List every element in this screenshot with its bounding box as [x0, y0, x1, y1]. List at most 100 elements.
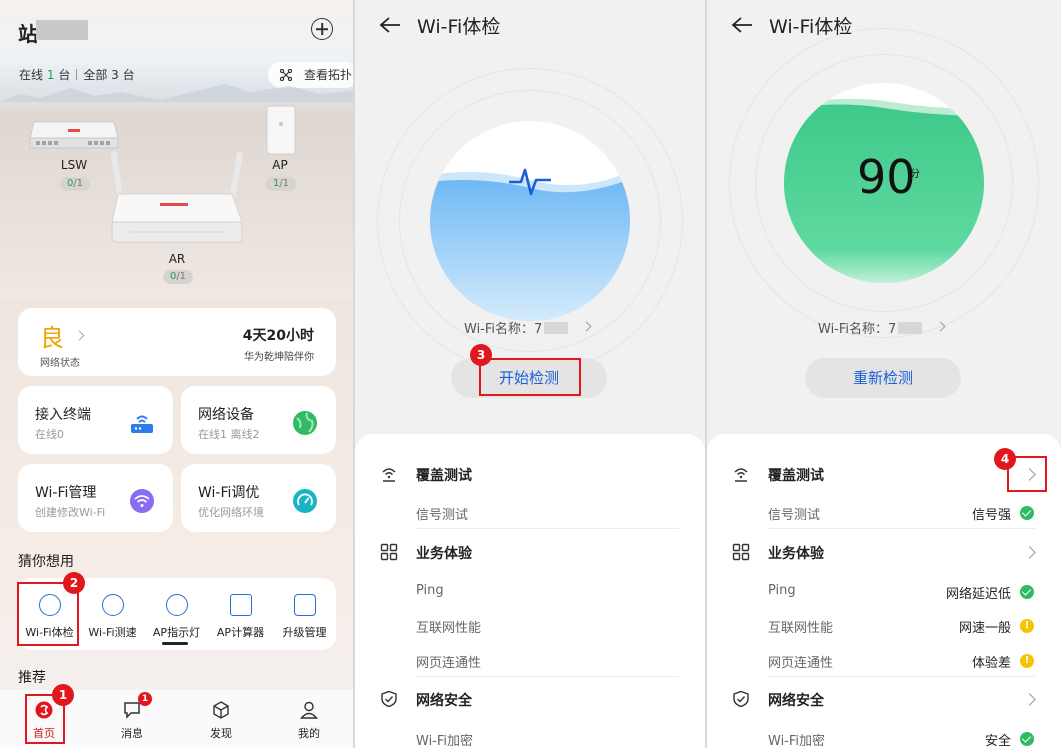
site-name[interactable]: 站 — [18, 18, 38, 47]
device-label-ap: AP — [272, 158, 288, 172]
recommend-section-title: 推荐 — [18, 670, 46, 686]
shield-icon — [381, 690, 397, 708]
tile-access-terminals[interactable]: 接入终端 在线0 — [18, 386, 173, 454]
tile-subtitle: 在线0 — [35, 428, 64, 441]
device-count-ap: 1/1 — [266, 177, 296, 191]
section-title-security: 网络安全 — [416, 693, 472, 709]
back-arrow-icon[interactable] — [731, 16, 753, 34]
row-signal-test: 信号测试 — [416, 508, 469, 523]
score-value: 90 — [857, 150, 916, 204]
section-title-coverage: 覆盖测试 — [768, 468, 824, 484]
section-title-experience: 业务体验 — [416, 546, 472, 562]
row-ping: Ping — [416, 583, 444, 598]
row-internet-performance: 互联网性能 — [416, 621, 482, 636]
guess-section-title: 猜你想用 — [18, 554, 74, 570]
uptime-subtitle: 华为乾坤陪伴你 — [244, 352, 314, 363]
tab-messages[interactable]: 1 消息 — [88, 690, 176, 748]
row-web-connectivity: 网页连通性 — [416, 656, 482, 671]
upgrade-icon — [293, 594, 316, 616]
user-icon — [300, 701, 318, 719]
wifi-name-row[interactable]: Wi-Fi名称：7 — [464, 318, 569, 337]
check-ok-icon — [1020, 506, 1034, 520]
speed-icon — [101, 594, 124, 616]
calculator-icon — [229, 594, 252, 616]
warning-icon: ! — [1020, 654, 1034, 668]
quick-item-ap-indicator[interactable]: AP指示灯 — [145, 578, 208, 650]
value-web-connectivity: 体验差 — [971, 656, 1011, 671]
tile-subtitle: 创建修改Wi-Fi — [35, 506, 106, 519]
tile-title: Wi-Fi调优 — [198, 485, 260, 501]
step-marker-3: 3 — [470, 344, 492, 366]
quick-item-label: Wi-Fi测速 — [88, 626, 137, 639]
tile-title: 网络设备 — [198, 407, 254, 423]
step-marker-4: 4 — [994, 448, 1016, 470]
device-label-lsw: LSW — [60, 158, 88, 172]
signal-icon — [382, 468, 396, 482]
tile-title: Wi-Fi管理 — [35, 485, 97, 501]
mountain-decoration — [0, 84, 353, 102]
warning-icon: ! — [1020, 619, 1034, 633]
wifi-check-result-screen: Wi-Fi体检 90 分 Wi-Fi名称：7 重新检测 覆盖测试 信号测试 信号… — [707, 0, 1061, 748]
wifi-name-label: Wi-Fi名称：7 — [464, 322, 543, 337]
ssid-mask — [544, 322, 569, 334]
tile-wifi-optimization[interactable]: Wi-Fi调优 优化网络环境 — [181, 464, 336, 532]
retest-button[interactable]: 重新检测 — [805, 358, 961, 398]
row-ping: Ping — [768, 583, 796, 598]
divider — [768, 528, 1035, 529]
network-status-card[interactable]: 良 网络状态 4天20小时 华为乾坤陪伴你 — [18, 308, 336, 376]
tile-subtitle: 优化网络环境 — [198, 506, 264, 519]
device-count-ar: 0/1 — [163, 270, 193, 284]
router-icon — [131, 415, 153, 433]
shield-icon — [733, 690, 749, 708]
tab-label: 我的 — [298, 727, 320, 740]
quick-item-ap-calculator[interactable]: AP计算器 — [209, 578, 272, 650]
step-marker-2: 2 — [63, 572, 85, 594]
row-wifi-encryption: Wi-Fi加密 — [416, 734, 474, 748]
step-marker-1: 1 — [52, 684, 74, 706]
apps-grid-icon — [732, 543, 750, 561]
check-ok-icon — [1020, 585, 1034, 599]
globe-icon — [293, 411, 317, 435]
value-internet-performance: 网速一般 — [958, 621, 1011, 636]
tab-label: 消息 — [121, 727, 143, 740]
tile-network-devices[interactable]: 网络设备 在线1 离线2 — [181, 386, 336, 454]
value-wifi-encryption: 安全 — [984, 734, 1011, 748]
message-badge: 1 — [138, 692, 152, 706]
add-icon[interactable] — [311, 18, 333, 40]
check-ok-icon — [1020, 732, 1034, 746]
ap-device-icon[interactable] — [264, 104, 298, 156]
tile-title: 接入终端 — [35, 407, 91, 423]
tile-subtitle: 在线1 离线2 — [198, 428, 260, 441]
switch-device-icon[interactable] — [28, 116, 120, 150]
quick-item-upgrade[interactable]: 升级管理 — [273, 578, 336, 650]
site-name-mask — [36, 20, 88, 40]
back-arrow-icon[interactable] — [379, 16, 401, 34]
network-grade: 良 — [40, 324, 64, 352]
row-internet-performance: 互联网性能 — [768, 621, 834, 636]
security-detail-chevron[interactable] — [1023, 693, 1036, 706]
section-title-experience: 业务体验 — [768, 546, 824, 562]
wifi-check-start-screen: Wi-Fi体检 Wi-Fi名称：7 开始检测 3 覆盖测试 信号测试 业务体验 … — [355, 0, 705, 748]
wifi-check-gauge — [430, 121, 630, 321]
quick-item-wifi-speed[interactable]: Wi-Fi测速 — [81, 578, 144, 650]
wifi-name-row[interactable]: Wi-Fi名称：7 — [818, 318, 923, 337]
quick-item-label: AP指示灯 — [152, 626, 201, 639]
tab-discover[interactable]: 发现 — [177, 690, 265, 748]
uptime-value: 4天20小时 — [242, 328, 314, 344]
experience-detail-chevron[interactable] — [1023, 546, 1036, 559]
tile-wifi-management[interactable]: Wi-Fi管理 创建修改Wi-Fi — [18, 464, 173, 532]
section-title-security: 网络安全 — [768, 693, 824, 709]
gauge-icon — [293, 489, 317, 513]
device-label-ar: AR — [168, 252, 186, 266]
highlight-box-start-button — [479, 358, 581, 396]
score-unit: 分 — [910, 169, 920, 180]
tab-profile[interactable]: 我的 — [265, 690, 353, 748]
router-device-icon[interactable] — [100, 150, 250, 246]
home-screen: 站 在线 1 台全部 3 台 查看拓扑 LSW 0/1 AP 1/1 AR 0/… — [0, 0, 353, 748]
row-web-connectivity: 网页连通性 — [768, 656, 834, 671]
check-items-panel: 覆盖测试 信号测试 业务体验 Ping 互联网性能 网页连通性 网络安全 Wi-… — [355, 434, 705, 748]
divider — [416, 528, 679, 529]
message-icon — [124, 702, 140, 719]
network-status-label: 网络状态 — [40, 358, 80, 369]
page-title: Wi-Fi体检 — [417, 16, 501, 38]
